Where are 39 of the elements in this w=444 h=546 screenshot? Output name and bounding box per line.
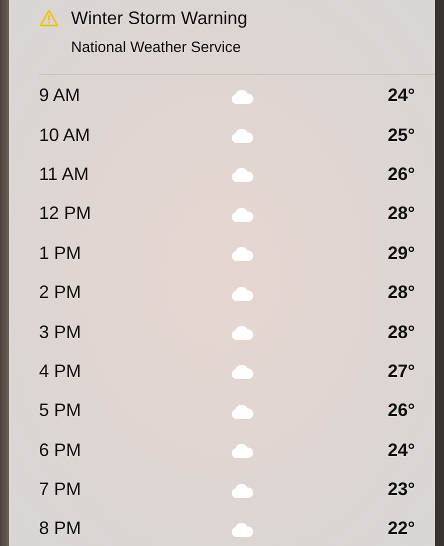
hour-label: 1 PM bbox=[39, 242, 82, 265]
temperature: 28° bbox=[386, 320, 415, 344]
hour-label: 6 PM bbox=[39, 438, 82, 462]
temperature: 26° bbox=[386, 162, 415, 186]
hour-label: 12 PM bbox=[39, 202, 92, 226]
cloud-icon bbox=[230, 520, 254, 537]
temperature: 24° bbox=[386, 84, 415, 108]
cloud-icon bbox=[230, 324, 254, 340]
alert-source: National Weather Service bbox=[71, 38, 242, 58]
hour-label: 10 AM bbox=[39, 124, 92, 147]
cloud-icon bbox=[230, 482, 254, 498]
cloud-icon bbox=[230, 363, 254, 380]
temperature: 27° bbox=[386, 360, 415, 383]
temperature: 22° bbox=[386, 517, 415, 540]
cloud-icon bbox=[230, 88, 254, 104]
hour-label: 7 PM bbox=[39, 478, 82, 502]
temperature: 25° bbox=[386, 124, 415, 147]
hour-label: 9 AM bbox=[39, 84, 82, 108]
temperature: 28° bbox=[386, 281, 415, 304]
hour-label: 8 PM bbox=[39, 517, 82, 540]
temperature: 23° bbox=[386, 478, 415, 502]
temperature: 28° bbox=[386, 202, 415, 226]
hour-label: 4 PM bbox=[39, 360, 82, 383]
cloud-icon bbox=[230, 206, 254, 222]
cloud-icon bbox=[230, 284, 254, 301]
alert-title: Winter Storm Warning bbox=[71, 7, 248, 30]
warning-icon bbox=[39, 9, 59, 27]
cloud-icon bbox=[230, 402, 254, 419]
temperature: 24° bbox=[386, 438, 415, 462]
temperature: 29° bbox=[386, 242, 415, 265]
temperature: 26° bbox=[386, 399, 415, 422]
hour-label: 2 PM bbox=[39, 281, 82, 304]
cloud-icon bbox=[230, 245, 254, 262]
hour-label: 3 PM bbox=[39, 320, 82, 344]
cloud-icon bbox=[230, 127, 254, 144]
cloud-icon bbox=[230, 166, 254, 182]
hour-label: 5 PM bbox=[39, 399, 82, 422]
cloud-icon bbox=[230, 442, 254, 458]
hour-label: 11 AM bbox=[39, 162, 90, 186]
